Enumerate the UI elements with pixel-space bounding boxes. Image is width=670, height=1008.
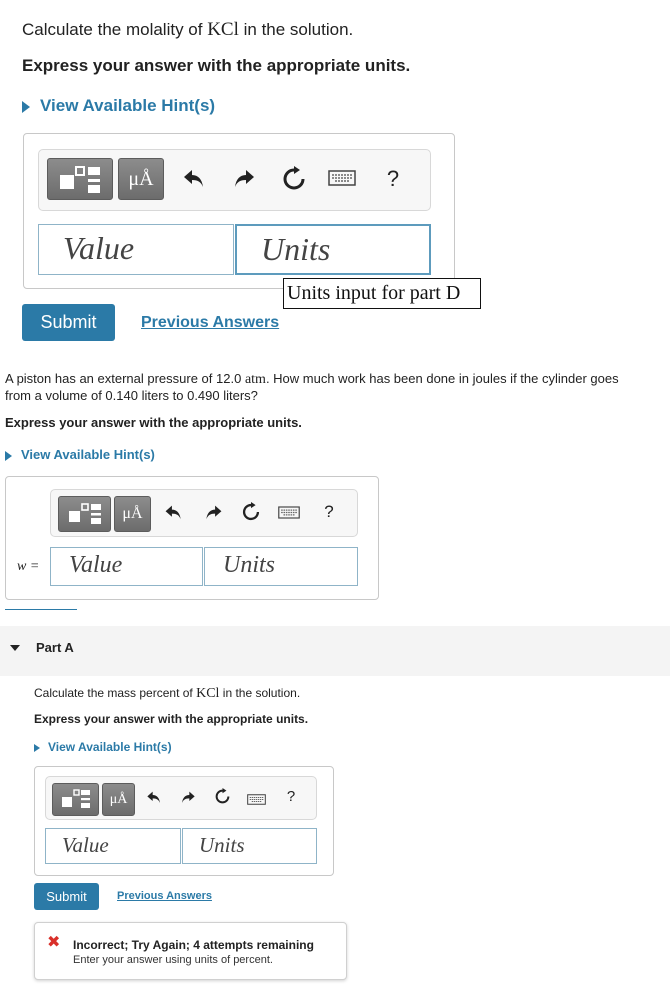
piston-value-input[interactable]: Value [50, 547, 203, 586]
mu-angstrom-icon: μÅ [128, 168, 154, 190]
help-icon: ? [286, 788, 296, 805]
keyboard-button[interactable] [327, 170, 357, 190]
formula: KCl [207, 19, 239, 40]
partD-value-input[interactable]: Value [38, 224, 234, 275]
reset-button[interactable] [279, 166, 309, 194]
feedback-detail: Enter your answer using units of percent… [73, 954, 273, 966]
partA-previous-answers-link[interactable]: Previous Answers [117, 890, 212, 902]
piston-units-input[interactable]: Units [204, 547, 358, 586]
redo-icon [205, 505, 221, 520]
help-button[interactable]: ? [283, 788, 299, 808]
keyboard-button[interactable] [277, 506, 301, 522]
piston-toolbar: μÅ ? [50, 489, 358, 537]
redo-button[interactable] [178, 790, 198, 808]
partA-toolbar: μÅ ? [45, 776, 317, 820]
templates-button[interactable] [52, 783, 99, 816]
section-divider [5, 609, 77, 610]
partA-units-input[interactable]: Units [182, 828, 317, 864]
reset-icon [242, 502, 260, 521]
redo-icon [235, 170, 254, 187]
pressure-unit: atm [244, 372, 266, 387]
reset-button[interactable] [239, 502, 263, 524]
feedback-box: ✖ Incorrect; Try Again; 4 attempts remai… [34, 922, 347, 980]
partA-title: Part A [36, 640, 74, 655]
help-icon: ? [324, 502, 334, 521]
mu-angstrom-icon: μÅ [122, 505, 143, 522]
partA-submit-button[interactable]: Submit [34, 883, 99, 910]
partD-prompt: Calculate the molality of KCl in the sol… [22, 19, 354, 40]
keyboard-icon [278, 506, 300, 519]
triangle-right-icon [5, 450, 12, 461]
reset-icon [283, 166, 305, 190]
partA-value-input[interactable]: Value [45, 828, 181, 864]
symbols-button[interactable]: μÅ [114, 496, 151, 532]
reset-icon [215, 788, 229, 804]
partA-prompt: Calculate the mass percent of KCl in the… [34, 686, 301, 701]
help-button[interactable]: ? [381, 166, 405, 194]
undo-icon [184, 170, 203, 187]
partA-hint-toggle[interactable]: View Available Hint(s) [34, 740, 172, 754]
keyboard-button[interactable] [246, 792, 266, 806]
help-button[interactable]: ? [319, 502, 339, 524]
undo-icon [165, 505, 181, 520]
redo-button[interactable] [229, 168, 259, 192]
partD-instruction: Express your answer with the appropriate… [22, 56, 411, 75]
symbols-button[interactable]: μÅ [102, 783, 135, 816]
piston-question: A piston has an external pressure of 12.… [5, 371, 619, 403]
partD-submit-button[interactable]: Submit [22, 304, 115, 341]
feedback-title: Incorrect; Try Again; 4 attempts remaini… [73, 938, 314, 952]
partD-units-input[interactable]: Units [235, 224, 431, 275]
triangle-right-icon [22, 100, 30, 113]
mu-angstrom-icon: μÅ [109, 792, 128, 807]
undo-button[interactable] [144, 790, 164, 808]
formula: KCl [196, 686, 220, 701]
templates-button[interactable] [58, 496, 111, 532]
triangle-down-icon [10, 645, 20, 651]
error-x-icon: ✖ [47, 934, 61, 951]
redo-button[interactable] [201, 504, 225, 524]
keyboard-icon [246, 794, 266, 805]
undo-icon [147, 791, 160, 803]
partD-toolbar: μÅ ? [38, 149, 431, 211]
templates-button[interactable] [47, 158, 113, 200]
undo-button[interactable] [161, 504, 185, 524]
templates-icon [69, 503, 101, 524]
symbols-button[interactable]: μÅ [118, 158, 164, 200]
triangle-right-icon [34, 743, 40, 752]
piston-hint-toggle[interactable]: View Available Hint(s) [5, 447, 155, 462]
templates-icon [60, 166, 100, 193]
partD-hint-toggle[interactable]: View Available Hint(s) [22, 96, 215, 116]
piston-instruction: Express your answer with the appropriate… [5, 415, 302, 430]
redo-icon [182, 791, 195, 803]
help-icon: ? [386, 166, 400, 191]
partD-previous-answers-link[interactable]: Previous Answers [141, 314, 279, 332]
units-input-tooltip: Units input for part D [283, 278, 481, 309]
keyboard-icon [328, 170, 356, 186]
reset-button[interactable] [212, 788, 232, 808]
templates-icon [62, 789, 90, 808]
work-variable-label: w = [17, 559, 40, 574]
undo-button[interactable] [179, 168, 209, 192]
partA-header-bar[interactable]: Part A [0, 626, 670, 676]
partA-instruction: Express your answer with the appropriate… [34, 712, 309, 726]
